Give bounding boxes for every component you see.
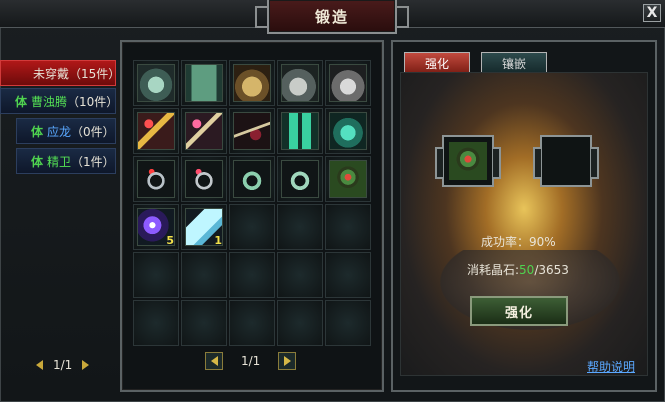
staff-pink-icon	[185, 112, 223, 150]
ring-jade2-icon	[281, 160, 319, 198]
target-item-socket[interactable]	[435, 135, 501, 187]
staff-red-icon	[137, 112, 175, 150]
category-count: （1件）	[71, 154, 115, 169]
body-icon: 体	[15, 94, 28, 109]
inventory-slot-empty[interactable]	[277, 204, 323, 250]
category-caozhuoteng[interactable]: 体 曹浊腾 （10件）	[0, 88, 119, 114]
inventory-pager: 1/1	[205, 352, 297, 370]
crystal-cost-label: 消耗晶石:	[467, 263, 520, 277]
chevron-right-icon	[283, 356, 291, 366]
inventory-slot[interactable]	[133, 108, 179, 154]
ring-green-icon	[329, 160, 367, 198]
category-count: （15件）	[69, 66, 121, 81]
tab-inlay[interactable]: 镶嵌	[481, 52, 547, 74]
inventory-grid: 5 1	[133, 60, 373, 348]
inventory-slot[interactable]	[325, 60, 371, 106]
glove-icon	[329, 112, 367, 150]
crystal-total: /3653	[534, 263, 569, 277]
item-quantity: 1	[214, 234, 222, 247]
category-count: （0件）	[71, 124, 115, 139]
prev-page-button[interactable]	[205, 352, 223, 370]
inventory-slot[interactable]	[229, 156, 275, 202]
inventory-slot[interactable]	[229, 108, 275, 154]
inventory-slot-empty[interactable]	[181, 300, 227, 346]
category-count: （10件）	[67, 94, 119, 109]
prev-page-icon[interactable]	[36, 360, 43, 370]
pants-icon	[281, 112, 319, 150]
next-page-button[interactable]	[278, 352, 297, 370]
success-rate-label: 成功率：	[481, 235, 530, 249]
inventory-slot[interactable]	[181, 60, 227, 106]
inventory-slot-empty[interactable]	[229, 204, 275, 250]
category-yinglong[interactable]: 体 应龙 （0件）	[16, 118, 116, 144]
inventory-slot-empty[interactable]	[229, 300, 275, 346]
helmet-icon	[233, 64, 271, 102]
close-button[interactable]: X	[643, 4, 661, 22]
inventory-slot-empty[interactable]	[229, 252, 275, 298]
inventory-slot[interactable]	[133, 156, 179, 202]
help-link[interactable]: 帮助说明	[587, 358, 635, 375]
category-pager: 1/1	[36, 358, 90, 372]
armor-icon	[137, 64, 175, 102]
strengthen-button[interactable]: 强化	[470, 296, 568, 326]
ring-pink-icon	[185, 160, 223, 198]
item-quantity: 5	[166, 234, 174, 247]
success-rate-value: 90%	[529, 235, 556, 249]
inventory-slot-empty[interactable]	[277, 252, 323, 298]
window-title: 锻造	[314, 7, 349, 26]
page-indicator: 1/1	[53, 358, 73, 372]
inventory-slot[interactable]	[229, 60, 275, 106]
inventory-slot[interactable]	[325, 156, 371, 202]
inventory-slot[interactable]	[277, 156, 323, 202]
crystal-have: 50	[519, 263, 535, 277]
inventory-slot-empty[interactable]	[277, 300, 323, 346]
ring-green-icon	[449, 142, 487, 180]
category-label: 精卫	[47, 154, 72, 169]
chevron-left-icon	[210, 356, 218, 366]
bow-icon	[233, 112, 271, 150]
inventory-slot[interactable]	[133, 60, 179, 106]
category-label: 曹浊腾	[31, 94, 68, 109]
inventory-slot-empty[interactable]	[325, 204, 371, 250]
inventory-slot[interactable]: 1	[181, 204, 227, 250]
forge-background	[400, 72, 648, 376]
result-item-socket[interactable]	[533, 135, 599, 187]
greaves-icon	[329, 64, 367, 102]
inventory-slot[interactable]	[277, 108, 323, 154]
inventory-slot[interactable]	[325, 108, 371, 154]
ring-jade-icon	[233, 160, 271, 198]
title-plate: 锻造	[255, 0, 409, 34]
inventory-slot-empty[interactable]	[325, 252, 371, 298]
inventory-slot-empty[interactable]	[181, 252, 227, 298]
page-indicator: 1/1	[241, 354, 261, 368]
inventory-slot[interactable]	[277, 60, 323, 106]
boots-icon	[281, 64, 319, 102]
belt-icon	[185, 64, 223, 102]
next-page-icon[interactable]	[82, 360, 90, 370]
success-rate: 成功率：90%	[481, 233, 556, 250]
category-label: 未穿戴	[33, 66, 70, 81]
inventory-slot[interactable]	[181, 108, 227, 154]
tab-strengthen[interactable]: 强化	[404, 52, 470, 74]
inventory-slot-empty[interactable]	[133, 300, 179, 346]
inventory-slot[interactable]: 5	[133, 204, 179, 250]
ring-red-icon	[137, 160, 175, 198]
category-unequipped[interactable]: 未穿戴 （15件）	[0, 60, 120, 86]
body-icon: 体	[31, 124, 44, 139]
body-icon: 体	[31, 154, 44, 169]
close-icon: X	[646, 5, 658, 21]
category-label: 应龙	[47, 124, 72, 139]
category-jingwei[interactable]: 体 精卫 （1件）	[16, 148, 116, 174]
crystal-cost: 消耗晶石:50/3653	[467, 261, 569, 278]
inventory-slot[interactable]	[181, 156, 227, 202]
inventory-slot-empty[interactable]	[133, 252, 179, 298]
inventory-slot-empty[interactable]	[325, 300, 371, 346]
